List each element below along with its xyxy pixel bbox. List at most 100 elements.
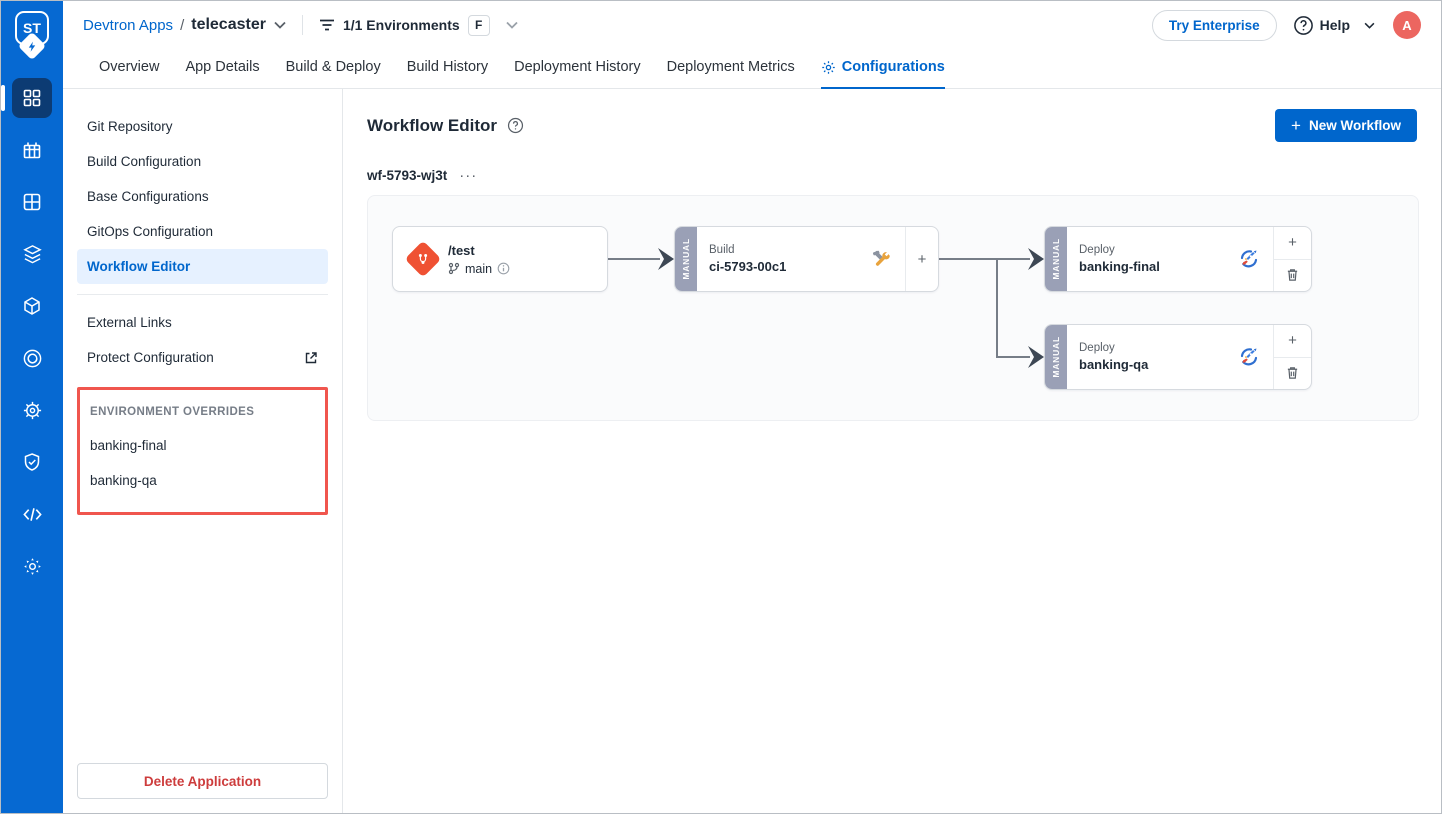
rocket-deploy-icon [1237,247,1261,271]
app-header: Devtron Apps / telecaster 1/1 Environmen… [63,1,1441,89]
workflow-name: wf-5793-wj3t [367,168,447,183]
external-link-icon [304,351,318,365]
sidebar-item-clusters[interactable] [12,390,52,430]
nav-item-build-configuration[interactable]: Build Configuration [77,144,328,179]
deploy-delete-button[interactable] [1274,259,1311,292]
sidebar-item-software-distribution[interactable] [12,338,52,378]
cube-icon [22,296,42,316]
tab-configurations-label: Configurations [842,59,945,75]
app-switcher-chevron-icon[interactable] [274,16,286,34]
deploy-node-body[interactable]: Deploy banking-final [1067,227,1273,291]
code-icon [22,504,43,525]
git-source-node[interactable]: /test main [392,226,608,292]
jobs-icon [22,140,42,160]
git-material-icon [405,241,442,278]
gear-icon [22,556,43,577]
workflow-menu-button[interactable]: ··· [459,172,477,180]
deploy-node-banking-qa: MANUAL Deploy banking-qa + [1044,324,1312,390]
deploy-trigger-tab: MANUAL [1045,227,1067,291]
git-repo-path: /test [448,243,510,258]
branch-icon [448,262,460,275]
info-icon[interactable] [497,262,510,275]
plus-icon: + [1288,235,1297,250]
build-tools-icon [871,248,893,270]
try-enterprise-button[interactable]: Try Enterprise [1152,10,1277,41]
nav-item-protect-configuration[interactable]: Protect Configuration [77,340,328,375]
new-workflow-button[interactable]: + New Workflow [1275,109,1417,142]
global-sidebar: ST [1,1,63,813]
deploy-trigger-label: MANUAL [1051,336,1061,378]
plus-icon: + [1288,333,1297,348]
bullseye-at-icon [22,348,43,369]
sidebar-item-security[interactable] [12,442,52,482]
workflow-help-icon[interactable] [507,117,524,134]
nav-item-base-configurations[interactable]: Base Configurations [77,179,328,214]
help-chevron-icon [1364,22,1375,29]
trash-icon [1286,268,1299,282]
user-avatar[interactable]: A [1393,11,1421,39]
helm-charts-icon [22,244,43,265]
configurations-gear-icon [821,60,836,75]
deploy-trigger-label: MANUAL [1051,238,1061,280]
tab-overview[interactable]: Overview [99,49,159,89]
git-branch-name: main [465,262,492,276]
sidebar-item-applications[interactable] [12,78,52,118]
workflow-editor-main: Workflow Editor + New Workflow wf-5793-w… [343,89,1441,813]
build-node: MANUAL Build ci-5793-00c1 + [674,226,939,292]
header-divider [302,15,303,35]
plus-icon: + [1291,116,1301,136]
tab-build-history[interactable]: Build History [407,49,488,89]
trash-icon [1286,366,1299,380]
tab-app-details[interactable]: App Details [185,49,259,89]
environment-filter[interactable]: 1/1 Environments F [319,15,518,36]
tab-build-deploy[interactable]: Build & Deploy [286,49,381,89]
app-window: ST [0,0,1442,814]
deploy-node-banking-final: MANUAL Deploy banking-final + [1044,226,1312,292]
deploy-add-button[interactable]: + [1274,325,1311,357]
build-add-button[interactable]: + [906,227,938,291]
deploy-add-button[interactable]: + [1274,227,1311,259]
environment-filter-badge: F [468,15,490,36]
sidebar-item-jobs[interactable] [12,130,52,170]
nav-item-workflow-editor[interactable]: Workflow Editor [77,249,328,284]
build-node-name: ci-5793-00c1 [709,259,863,274]
app-tabs: Overview App Details Build & Deploy Buil… [83,49,1421,89]
breadcrumb-separator: / [180,17,184,34]
build-node-body[interactable]: Build ci-5793-00c1 [697,227,905,291]
sidebar-item-resource-browser[interactable] [12,494,52,534]
devtron-logo[interactable]: ST [15,11,49,56]
environment-filter-chevron-icon [506,21,518,29]
help-menu[interactable]: Help [1293,15,1375,36]
nav-item-git-repository[interactable]: Git Repository [77,109,328,144]
delete-application-button[interactable]: Delete Application [77,763,328,799]
breadcrumb-root-link[interactable]: Devtron Apps [83,17,173,34]
deploy-node-body[interactable]: Deploy banking-qa [1067,325,1273,389]
tab-deployment-metrics[interactable]: Deployment Metrics [667,49,795,89]
help-question-icon [1293,15,1314,36]
rocket-deploy-icon [1237,345,1261,369]
new-workflow-label: New Workflow [1309,118,1401,133]
deploy-node-name: banking-qa [1079,357,1229,372]
nav-item-external-links[interactable]: External Links [77,305,328,340]
help-label: Help [1320,17,1350,33]
deploy-delete-button[interactable] [1274,357,1311,390]
nav-item-env-banking-qa[interactable]: banking-qa [80,463,325,498]
workflow-canvas: /test main MANUAL [367,195,1419,421]
sidebar-item-resource-watcher[interactable] [12,286,52,326]
tab-configurations[interactable]: Configurations [821,49,945,89]
shield-check-icon [22,452,42,472]
sidebar-item-global-config[interactable] [12,546,52,586]
helm-wheel-icon [22,400,43,421]
sidebar-item-app-groups[interactable] [12,182,52,222]
deploy-node-type: Deploy [1079,244,1229,256]
config-sidebar: Git Repository Build Configuration Base … [63,89,343,813]
filter-icon [319,19,335,31]
breadcrumb-app-name: telecaster [191,16,266,34]
environment-filter-label: 1/1 Environments [343,17,460,33]
nav-item-env-banking-final[interactable]: banking-final [80,428,325,463]
build-node-type: Build [709,244,863,256]
sidebar-item-chart-store[interactable] [12,234,52,274]
tab-deployment-history[interactable]: Deployment History [514,49,641,89]
nav-item-gitops-configuration[interactable]: GitOps Configuration [77,214,328,249]
deploy-node-name: banking-final [1079,259,1229,274]
